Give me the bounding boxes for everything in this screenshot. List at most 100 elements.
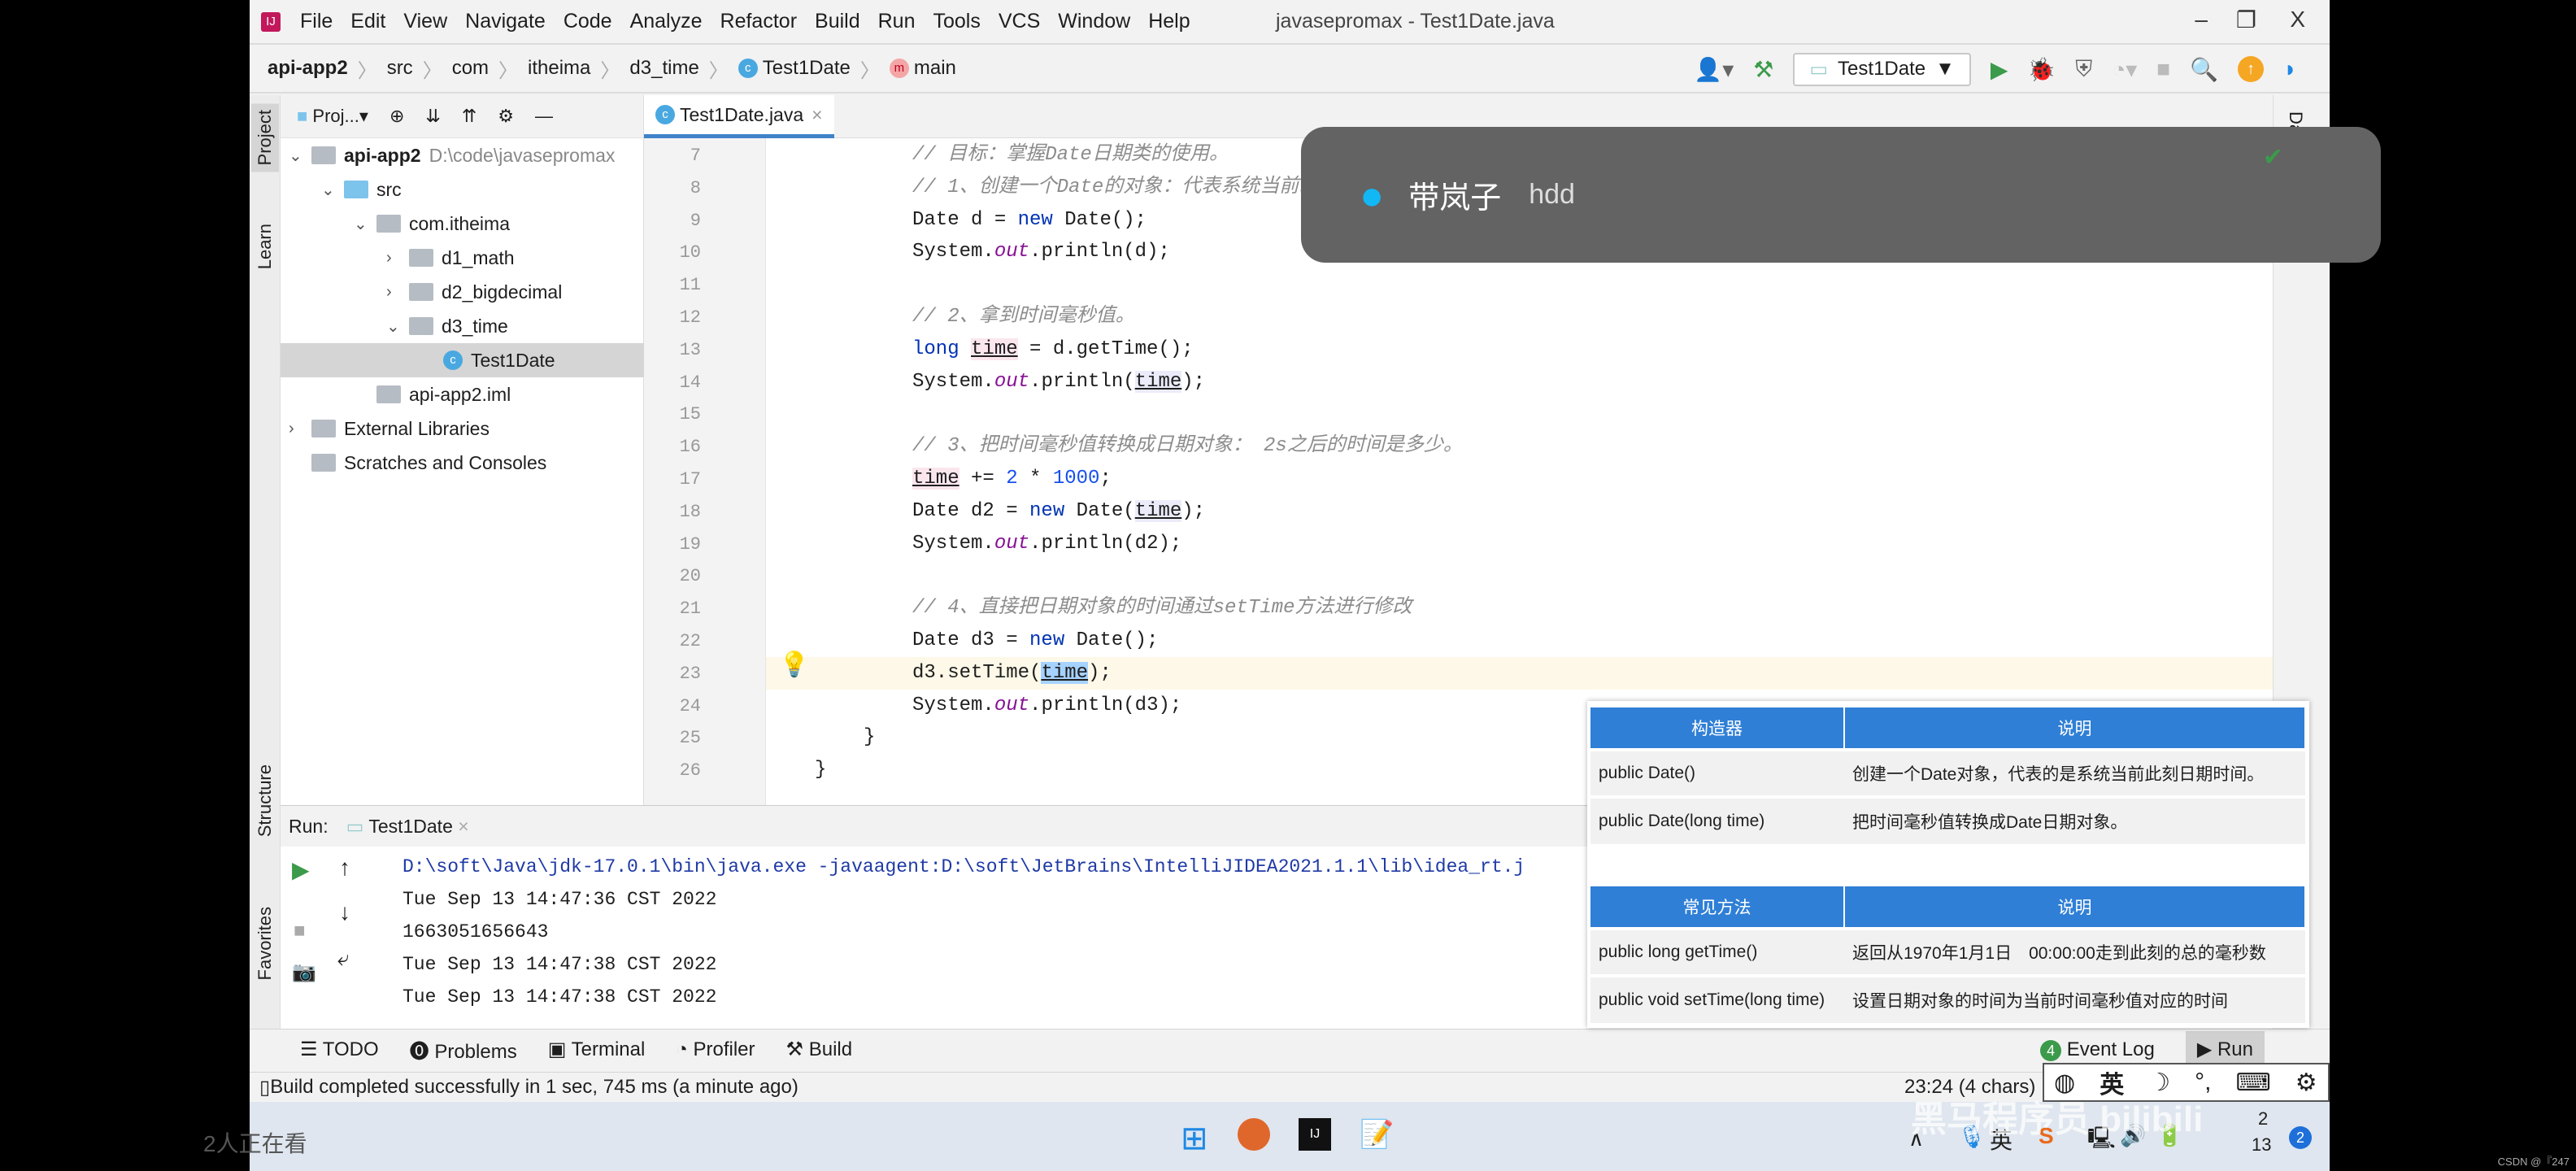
chevron-down-icon[interactable]: ⌄ [321,180,337,200]
code-line[interactable]: long time = d.getTime(); [766,333,2273,366]
project-view-select[interactable]: ■ Proj...▾ [297,106,368,127]
close-tab-icon[interactable]: × [812,104,822,126]
breadcrumb-item[interactable]: src 〉 [387,54,452,83]
menu-view[interactable]: View [403,10,447,33]
crumb-method[interactable]: main [914,57,956,80]
notification-badge[interactable]: 2 [2289,1126,2312,1149]
soft-wrap-icon[interactable]: ⤶ [337,946,350,972]
chevron-down-icon[interactable]: ⌄ [354,214,370,234]
tree-item[interactable]: api-app2.iml [281,377,644,411]
code-line[interactable]: System.out.println(time); [766,366,2273,398]
close-button[interactable]: X [2290,7,2305,33]
tray-date-top[interactable]: 2 [2258,1108,2268,1130]
tool-tab-project[interactable]: Project [251,103,279,172]
code-line[interactable]: Date d3 = new Date(); [766,625,2273,657]
vcs-user-icon[interactable]: 👤▾ [1694,56,1734,83]
notepad-icon[interactable]: 📝 [1360,1118,1394,1151]
tool-tab-learn[interactable]: Learn [251,217,279,276]
tab-build[interactable]: ⚒ Build [786,1038,853,1061]
tab-terminal[interactable]: ▣ Terminal [548,1038,646,1061]
tab-problems[interactable]: ⓿ Problems [410,1035,517,1064]
coverage-icon[interactable]: ⛨ [2075,56,2092,83]
menu-run[interactable]: Run [878,10,916,33]
tree-item[interactable]: ⌄ api-app2 D:\code\javasepromax [281,138,644,172]
expand-all-icon[interactable]: ⇊ [425,106,440,127]
code-line[interactable]: System.out.println(d2); [766,528,2273,560]
breadcrumb-item[interactable]: api-app2 〉 [268,54,387,83]
code-line[interactable] [766,559,2273,592]
tree-item[interactable]: › d1_math [281,241,644,275]
code-line[interactable]: d3.setTime(time); [766,656,2273,690]
jetbrains-toolbox-icon[interactable]: ◗ [2283,56,2297,82]
menu-window[interactable]: Window [1058,10,1130,33]
crumb-com[interactable]: com [452,57,489,80]
breadcrumb-item[interactable]: d3_time 〉 [629,54,738,83]
menu-edit[interactable]: Edit [350,10,385,33]
breadcrumb-item[interactable]: com 〉 [452,54,528,83]
chevron-right-icon[interactable]: › [386,283,402,302]
menu-refactor[interactable]: Refactor [720,10,797,33]
tree-item[interactable]: Scratches and Consoles [281,446,644,480]
screenshot-icon[interactable]: 📷 [292,960,316,984]
scroll-up-icon[interactable]: ↑ [339,855,350,881]
menu-tools[interactable]: Tools [933,10,980,33]
menu-help[interactable]: Help [1148,10,1190,33]
breadcrumb-item[interactable]: itheima 〉 [528,54,629,83]
code-line[interactable]: // 4、直接把日期对象的时间通过setTime方法进行修改 [766,592,2273,625]
update-icon[interactable]: ↑ [2238,56,2265,82]
menu-file[interactable]: File [300,10,333,33]
tray-date-bottom[interactable]: 13 [2252,1134,2271,1156]
tree-item[interactable]: ⌄ com.itheima [281,207,644,241]
tab-test1date-java[interactable]: c Test1Date.java × [644,95,834,138]
intellij-taskbar-icon[interactable]: IJ [1299,1118,1331,1151]
debug-icon[interactable]: 🐞 [2027,56,2056,83]
code-line[interactable]: // 2、拿到时间毫秒值。 [766,301,2273,333]
rerun-icon[interactable]: ▶ [292,856,310,883]
windows-start-icon[interactable]: ⊞ [1181,1120,1208,1157]
restore-button[interactable]: ❐ [2236,7,2256,33]
chevron-right-icon[interactable]: › [386,249,402,268]
powerpoint-icon[interactable] [1238,1118,1270,1151]
menu-navigate[interactable]: Navigate [465,10,546,33]
menu-vcs[interactable]: VCS [999,10,1040,33]
profile-icon[interactable]: ◔▾ [2112,56,2137,83]
event-log-button[interactable]: 4 Event Log [2040,1038,2155,1061]
tree-item[interactable]: ⌄ d3_time [281,309,644,343]
run-tab[interactable]: ▭ Test1Date × [346,816,469,838]
build-hammer-icon[interactable]: ⚒ [1753,56,1773,83]
crumb-d3-time[interactable]: d3_time [629,57,698,80]
tree-item[interactable]: › d2_bigdecimal [281,275,644,309]
tool-tab-structure[interactable]: Structure [251,758,279,843]
scroll-down-icon[interactable]: ↓ [339,899,350,925]
tree-item[interactable]: c Test1Date [281,343,644,377]
code-line[interactable] [766,398,2273,430]
locate-icon[interactable]: ⊕ [389,106,404,127]
gear-icon[interactable]: ⚙ [2295,1069,2317,1097]
crumb-src[interactable]: src [387,57,413,80]
tool-tab-favorites[interactable]: Favorites [251,900,279,986]
crumb-project[interactable]: api-app2 [268,57,348,80]
code-line[interactable] [766,268,2273,301]
chevron-down-icon[interactable]: ⌄ [289,146,305,166]
minimize-button[interactable]: – [2195,7,2208,33]
menu-code[interactable]: Code [564,10,612,33]
stop-icon[interactable]: ■ [294,920,306,942]
tree-item[interactable]: ⌄ src [281,172,644,207]
run-config-select[interactable]: ▭ Test1Date ▼ [1793,52,1971,86]
chevron-right-icon[interactable]: › [289,420,305,438]
search-icon[interactable]: 🔍 [2190,56,2218,83]
tab-todo[interactable]: ☰ TODO [300,1038,379,1061]
code-line[interactable]: Date d2 = new Date(time); [766,495,2273,528]
hide-icon[interactable]: — [535,106,553,127]
lightbulb-icon[interactable]: 💡 [779,651,809,679]
collapse-all-icon[interactable]: ⇈ [462,106,476,127]
crumb-class[interactable]: Test1Date [763,57,851,80]
crumb-itheima[interactable]: itheima [528,57,590,80]
code-line[interactable]: time += 2 * 1000; [766,463,2273,495]
breadcrumb-item[interactable]: c Test1Date 〉 [738,54,890,83]
breadcrumb-item[interactable]: m main [889,57,956,80]
tree-item[interactable]: › External Libraries [281,411,644,446]
tab-profiler[interactable]: ◔ Profiler [676,1038,755,1061]
qq-notification[interactable]: ● 带岚子 hdd ✔ [1301,127,2381,263]
stop-icon[interactable]: ■ [2156,56,2170,82]
